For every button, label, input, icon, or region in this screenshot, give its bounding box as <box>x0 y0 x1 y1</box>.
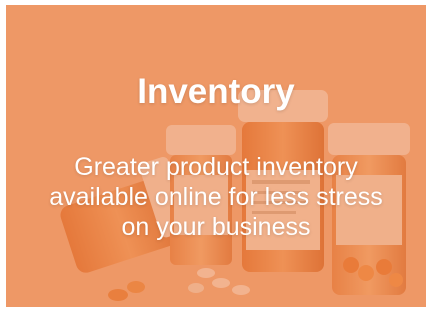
card-description: Greater product inventory available onli… <box>49 153 383 241</box>
card-content: Inventory Greater product inventory avai… <box>6 5 426 307</box>
inventory-feature-card: Inventory Greater product inventory avai… <box>6 5 426 307</box>
card-title: Inventory <box>137 72 295 111</box>
